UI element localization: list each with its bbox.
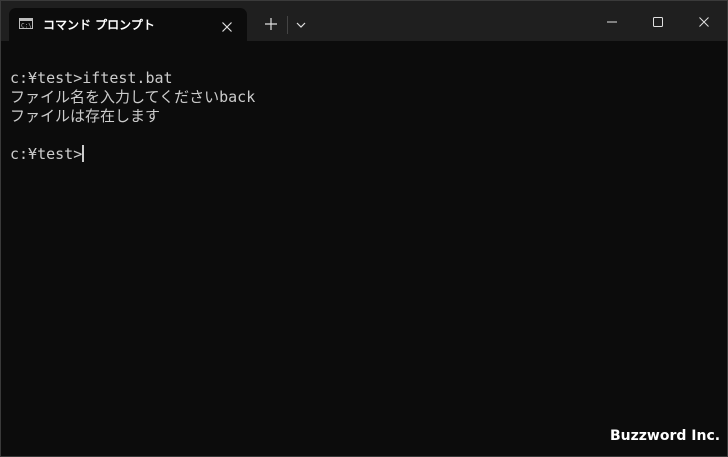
terminal-line: ファイル名を入力してくださいback <box>10 88 256 106</box>
title-bar[interactable]: C:\ コマンド プロンプト <box>1 1 727 41</box>
titlebar-divider <box>287 16 288 34</box>
text-cursor <box>82 145 85 162</box>
terminal-line: ファイルは存在します <box>10 107 161 125</box>
maximize-button[interactable] <box>635 1 681 41</box>
svg-text:C:\: C:\ <box>21 23 31 29</box>
minimize-icon <box>607 21 617 23</box>
terminal-icon: C:\ <box>19 18 33 29</box>
minimize-button[interactable] <box>589 1 635 41</box>
terminal-window: C:\ コマンド プロンプト c:¥test>iftest.bat ファイル名を… <box>0 0 728 457</box>
plus-icon[interactable] <box>260 13 282 35</box>
terminal-output[interactable]: c:¥test>iftest.bat ファイル名を入力してくださいback ファ… <box>1 41 727 456</box>
terminal-line: c:¥test>iftest.bat <box>10 69 173 87</box>
tab-title: コマンド プロンプト <box>43 18 155 32</box>
chevron-down-icon[interactable] <box>291 15 311 35</box>
close-icon <box>699 17 709 27</box>
terminal-prompt: c:¥test> <box>10 145 83 163</box>
close-button[interactable] <box>681 1 727 41</box>
terminal-prompt-line: c:¥test> <box>10 145 85 164</box>
tab-close-icon[interactable] <box>221 18 233 32</box>
tab-command-prompt[interactable]: C:\ コマンド プロンプト <box>9 8 247 41</box>
watermark: Buzzword Inc. <box>610 428 721 444</box>
maximize-icon <box>653 17 663 27</box>
